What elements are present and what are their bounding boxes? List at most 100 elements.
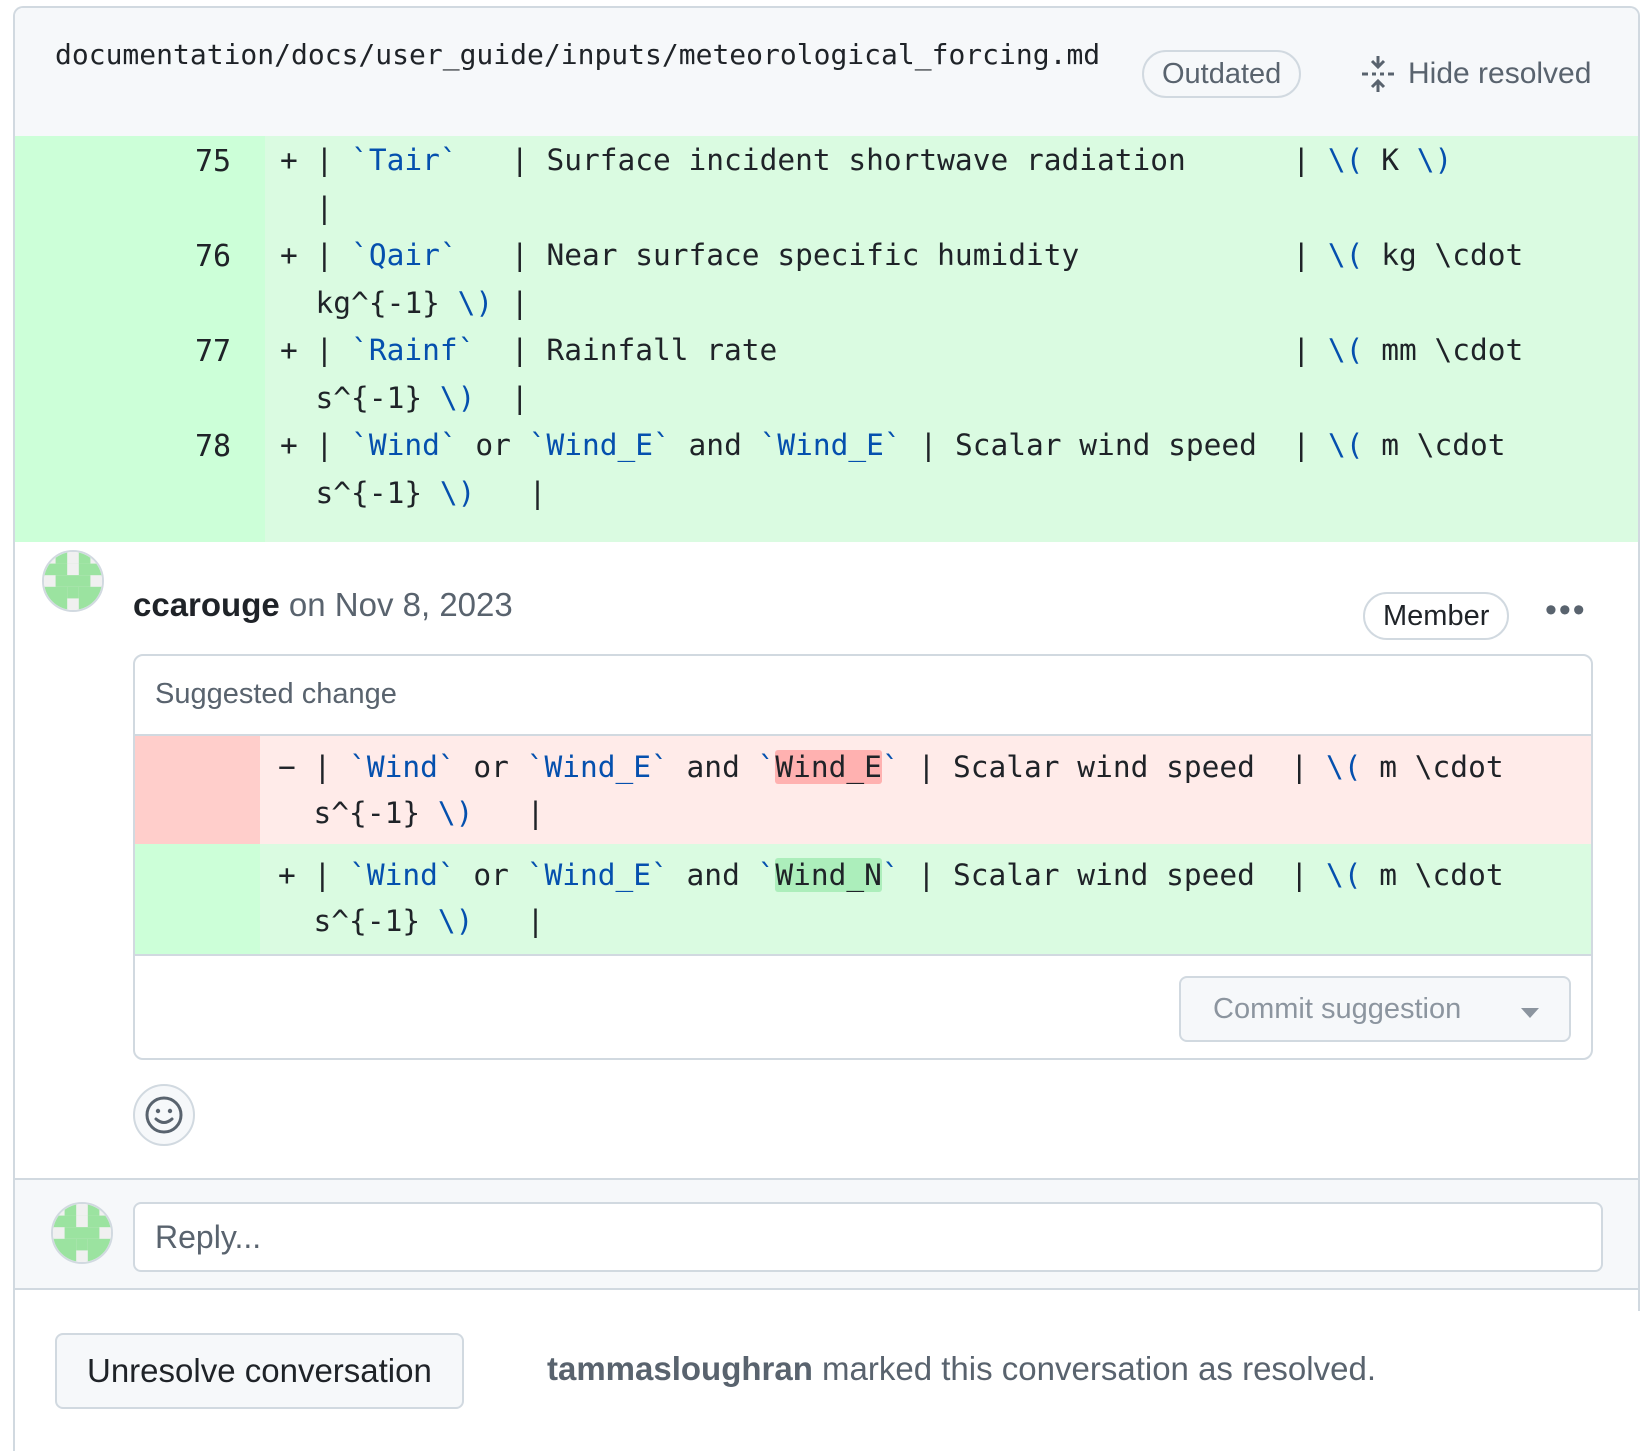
commit-suggestion-button[interactable]: Commit suggestion <box>1179 976 1571 1042</box>
code-token: \( <box>1325 858 1362 892</box>
code-token: \( <box>1327 333 1364 367</box>
line-number[interactable]: 77 <box>195 334 231 369</box>
deletion-gutter <box>135 736 260 844</box>
code-text: and <box>670 428 760 462</box>
diff-context: 75 + | `Tair` | Surface incident shortwav… <box>15 136 1638 542</box>
code-text: | <box>315 143 352 177</box>
line-number[interactable]: 76 <box>195 239 231 274</box>
code-token: `Wind` <box>351 428 458 462</box>
comment-date[interactable]: on Nov 8, 2023 <box>289 586 513 623</box>
code-text: | <box>473 796 545 830</box>
diff-code: + | `Qair` | Near surface specific humid… <box>280 231 1580 327</box>
code-token: ` <box>757 858 776 892</box>
diff-sign: + <box>278 858 314 892</box>
code-text: K <box>1363 143 1417 177</box>
hide-resolved-button[interactable]: Hide resolved <box>1360 50 1591 98</box>
timeline-rule <box>13 1311 15 1451</box>
code-token: `Wind_E` <box>526 750 669 784</box>
code-token: \( <box>1327 143 1364 177</box>
diff-code: + | `Tair` | Surface incident shortwave … <box>280 136 1580 232</box>
code-token: \) <box>439 381 476 415</box>
resolved-message: marked this conversation as resolved. <box>812 1350 1376 1387</box>
diff-sign: + <box>280 333 316 367</box>
code-token: ` <box>881 858 900 892</box>
code-token: \) <box>437 796 474 830</box>
code-text: | Rainfall rate | <box>475 333 1328 367</box>
smiley-icon <box>145 1096 183 1134</box>
diff-code: + | `Wind` or `Wind_E` and `Wind_E` | Sc… <box>280 421 1580 517</box>
code-text: | <box>315 191 334 225</box>
diff-sign: + <box>280 238 316 272</box>
code-token: `Wind` <box>349 858 456 892</box>
code-token: \) <box>457 286 494 320</box>
outdated-badge: Outdated <box>1142 50 1302 98</box>
unresolve-conversation-button[interactable]: Unresolve conversation <box>55 1333 464 1409</box>
suggestion-label: Suggested change <box>155 678 397 710</box>
code-text: or <box>457 428 529 462</box>
code-text: | Scalar wind speed | <box>901 428 1328 462</box>
diff-code: + | `Rainf` | Rainfall rate | \( mm \cdo… <box>280 326 1580 422</box>
added-highlight: Wind_N <box>775 858 882 892</box>
code-text: | Near surface specific humidity | <box>457 238 1328 272</box>
suggestion-added-line: + | `Wind` or `Wind_E` and `Wind_N` | Sc… <box>135 844 1591 954</box>
commenter-avatar[interactable] <box>42 550 104 612</box>
deleted-code: − | `Wind` or `Wind_E` and `Wind_E` | Sc… <box>278 744 1504 836</box>
current-user-avatar <box>51 1202 113 1264</box>
code-text: m \cdot <box>1363 428 1506 462</box>
code-text: s^{-1} <box>315 381 440 415</box>
suggested-change-box: Suggested change − | `Wind` or `Wind_E` … <box>133 654 1593 1060</box>
file-path[interactable]: documentation/docs/user_guide/inputs/met… <box>55 32 1135 78</box>
code-text: | Scalar wind speed | <box>899 858 1326 892</box>
code-text: | <box>315 333 352 367</box>
review-thread-card: documentation/docs/user_guide/inputs/met… <box>13 6 1640 1311</box>
comment-author[interactable]: ccarouge <box>133 586 280 623</box>
line-number[interactable]: 75 <box>195 144 231 179</box>
diff-sign: + <box>280 143 316 177</box>
resolved-note: tammasloughran marked this conversation … <box>547 1350 1376 1388</box>
added-code: + | `Wind` or `Wind_E` and `Wind_N` | Sc… <box>278 852 1504 944</box>
code-text: | <box>315 428 352 462</box>
code-text: | <box>315 238 352 272</box>
diff-line: 75 + | `Tair` | Surface incident shortwav… <box>15 136 1638 231</box>
line-number[interactable]: 78 <box>195 429 231 464</box>
reply-input[interactable] <box>133 1202 1603 1272</box>
code-token: \) <box>439 476 476 510</box>
code-text: s^{-1} <box>313 904 438 938</box>
code-token: \( <box>1327 428 1364 462</box>
fold-icon <box>1362 56 1394 92</box>
code-text: kg \cdot <box>1363 238 1524 272</box>
code-token: `Wind_E` <box>528 428 671 462</box>
addition-gutter <box>135 844 260 954</box>
code-text: | <box>313 750 350 784</box>
code-text: and <box>668 858 758 892</box>
code-token: `Wind` <box>349 750 456 784</box>
reply-area <box>15 1178 1638 1290</box>
hide-resolved-label: Hide resolved <box>1408 57 1592 90</box>
code-token: `Rainf` <box>351 333 476 367</box>
code-token: \) <box>1416 143 1453 177</box>
code-text: | <box>473 904 545 938</box>
add-reaction-button[interactable] <box>133 1084 195 1146</box>
code-text: or <box>455 858 527 892</box>
code-token: \( <box>1325 750 1362 784</box>
diff-sign: − <box>278 750 314 784</box>
more-options-button[interactable]: ••• <box>1545 591 1587 630</box>
file-header: documentation/docs/user_guide/inputs/met… <box>15 8 1638 138</box>
member-badge: Member <box>1363 592 1510 640</box>
code-text: or <box>455 750 527 784</box>
code-token: `Wind_E` <box>526 858 669 892</box>
code-token: `Qair` <box>351 238 458 272</box>
resolver-name[interactable]: tammasloughran <box>547 1350 813 1387</box>
code-text: s^{-1} <box>315 476 440 510</box>
code-text: kg^{-1} <box>315 286 458 320</box>
suggestion-deleted-line: − | `Wind` or `Wind_E` and `Wind_E` | Sc… <box>135 734 1591 844</box>
diff-line: 78 + | `Wind` or `Wind_E` and `Wind_E` | … <box>15 421 1638 542</box>
code-text: m \cdot <box>1361 858 1504 892</box>
code-token: ` <box>881 750 900 784</box>
code-text: mm \cdot <box>1363 333 1524 367</box>
code-text: s^{-1} <box>313 796 438 830</box>
diff-line: 77 + | `Rainf` | Rainfall rate | \( mm \c… <box>15 326 1638 421</box>
code-token: \) <box>437 904 474 938</box>
code-text: | <box>493 286 529 320</box>
caret-down-icon[interactable] <box>1521 1008 1539 1018</box>
